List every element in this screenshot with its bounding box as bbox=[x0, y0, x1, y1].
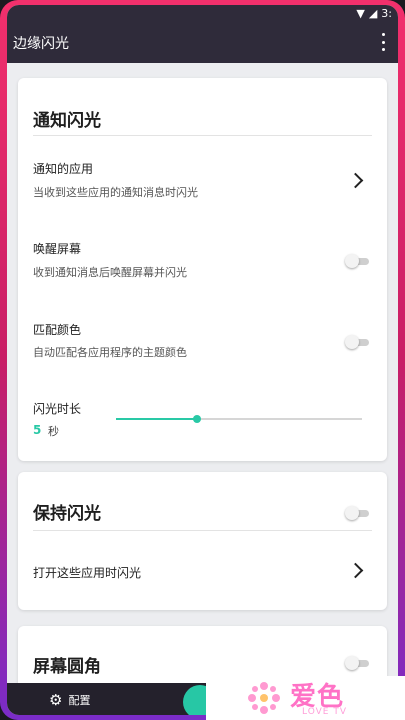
chevron-right-icon[interactable] bbox=[347, 172, 364, 189]
wake-screen-toggle[interactable] bbox=[345, 254, 371, 268]
flower-logo-icon bbox=[248, 682, 280, 714]
divider bbox=[33, 530, 372, 531]
battery-text: 3: bbox=[381, 7, 392, 20]
row-title: 唤醒屏幕 bbox=[33, 242, 82, 256]
row-subtitle: 当收到这些应用的通知消息时闪光 bbox=[33, 186, 198, 199]
screen-corner-toggle[interactable] bbox=[345, 656, 371, 670]
section-title-corner: 屏幕圆角 bbox=[33, 657, 101, 677]
duration-slider[interactable] bbox=[116, 414, 362, 424]
notification-flash-card: 通知闪光 通知的应用 当收到这些应用的通知消息时闪光 唤醒屏幕 收到通知消息后唤… bbox=[18, 78, 387, 461]
row-title: 通知的应用 bbox=[33, 162, 94, 176]
section-title-keep: 保持闪光 bbox=[33, 504, 101, 524]
app-bar: 边缘闪光 bbox=[7, 23, 398, 63]
device-frame: ▼ ◢ 3: 边缘闪光 通知闪光 通知的应用 当收到这些应用的通知消息时闪光 唤… bbox=[0, 0, 405, 720]
nav-config-label: 配置 bbox=[68, 694, 91, 707]
gear-icon: ⚙ bbox=[49, 691, 63, 709]
duration-unit: 秒 bbox=[48, 425, 59, 438]
slider-thumb[interactable] bbox=[193, 415, 202, 423]
row-title: 匹配颜色 bbox=[33, 323, 82, 337]
duration-label: 闪光时长 bbox=[33, 402, 82, 416]
nav-config[interactable]: ⚙ 配置 bbox=[49, 691, 90, 709]
screen: ▼ ◢ 3: 边缘闪光 通知闪光 通知的应用 当收到这些应用的通知消息时闪光 唤… bbox=[7, 5, 398, 715]
app-title: 边缘闪光 bbox=[13, 36, 69, 52]
chevron-right-icon[interactable] bbox=[347, 562, 364, 579]
row-subtitle: 自动匹配各应用程序的主题颜色 bbox=[33, 346, 187, 359]
keep-flash-card: 保持闪光 打开这些应用时闪光 bbox=[18, 472, 387, 610]
status-bar: ▼ ◢ 3: bbox=[7, 5, 398, 23]
watermark-subtext: LOVE TV bbox=[302, 707, 347, 717]
watermark: 爱色 LOVE TV bbox=[206, 676, 405, 720]
signal-icon: ◢ bbox=[368, 7, 378, 20]
divider bbox=[33, 135, 372, 136]
section-title-notification: 通知闪光 bbox=[33, 111, 101, 131]
overflow-menu-icon[interactable] bbox=[378, 33, 388, 51]
duration-value: 5 bbox=[33, 423, 42, 437]
status-icons: ▼ ◢ 3: bbox=[356, 7, 392, 20]
keep-flash-toggle[interactable] bbox=[345, 506, 371, 520]
wifi-icon: ▼ bbox=[356, 7, 365, 20]
row-title: 打开这些应用时闪光 bbox=[33, 566, 142, 580]
row-subtitle: 收到通知消息后唤醒屏幕并闪光 bbox=[33, 266, 187, 279]
match-color-toggle[interactable] bbox=[345, 335, 371, 349]
